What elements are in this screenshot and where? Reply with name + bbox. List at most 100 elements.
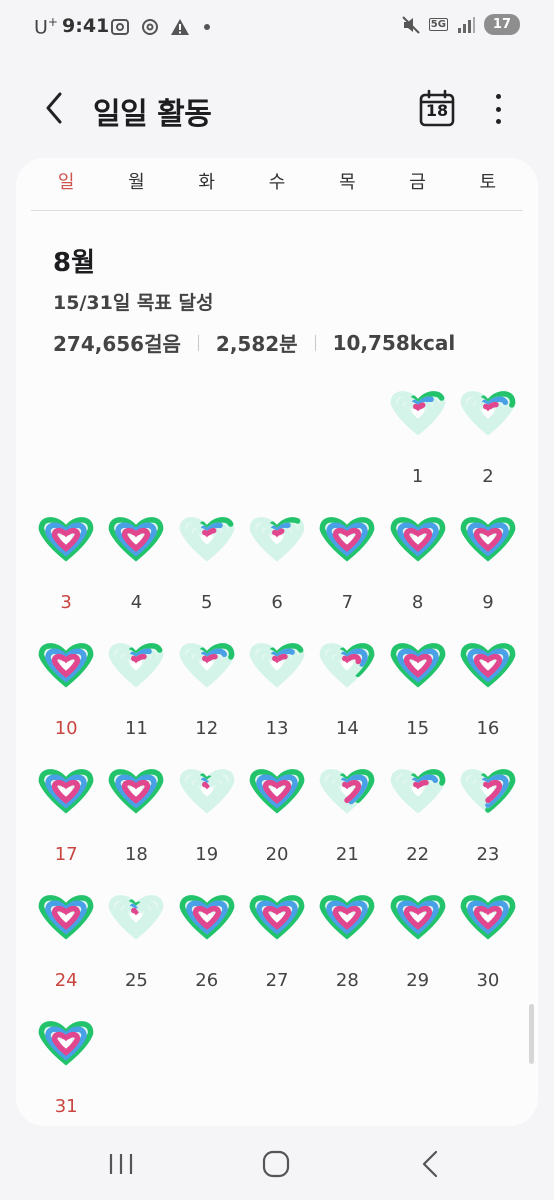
- activity-heart-icon: [108, 895, 164, 940]
- screenshot-icon: [111, 19, 129, 35]
- weekday-tue: 화: [198, 172, 215, 193]
- activity-heart-icon: [249, 769, 305, 814]
- calendar-day[interactable]: 18: [101, 766, 171, 876]
- month-label: 8월: [53, 248, 96, 278]
- weekday-fri: 금: [409, 172, 426, 193]
- calendar-day-number: 18: [425, 101, 449, 120]
- activity-heart-icon: [249, 643, 305, 688]
- calendar-day[interactable]: 28: [312, 892, 382, 1002]
- activity-heart-icon: [179, 769, 234, 814]
- weekday-sat: 토: [479, 172, 497, 193]
- calendar-day[interactable]: 20: [242, 766, 312, 876]
- daily-activity-card: 일 월 화 수 목 금 토 8월 15/31일 목표 달성 274,656걸음 …: [16, 158, 538, 1126]
- threads-icon: [142, 19, 158, 35]
- calendar-day[interactable]: 25: [101, 892, 171, 1002]
- calendar-day[interactable]: 15: [383, 640, 453, 750]
- day-number: 25: [124, 970, 148, 991]
- recent-apps-icon[interactable]: [101, 1144, 141, 1184]
- activity-heart-icon: [390, 517, 445, 562]
- day-number: 29: [406, 970, 430, 991]
- calendar-day[interactable]: 26: [172, 892, 242, 1002]
- calories-total: 10,758kcal: [332, 330, 456, 355]
- app-header: 일일 활동 18: [0, 72, 554, 144]
- calendar-day[interactable]: 12: [172, 640, 242, 750]
- day-number: 27: [265, 970, 289, 991]
- calendar-button[interactable]: 18: [419, 89, 455, 127]
- activity-heart-icon: [38, 769, 94, 814]
- calendar-day[interactable]: 27: [242, 892, 312, 1002]
- activity-heart-icon: [179, 895, 234, 940]
- day-number: 24: [54, 970, 78, 991]
- activity-heart-icon: [249, 895, 305, 940]
- goal-summary: 15/31일 목표 달성: [53, 292, 214, 314]
- day-number: 11: [124, 718, 148, 739]
- day-number: 19: [195, 844, 219, 865]
- calendar-day[interactable]: 30: [453, 892, 523, 1002]
- activity-heart-icon: [38, 1021, 94, 1066]
- weekday-mon: 월: [128, 172, 145, 193]
- calendar-day[interactable]: 16: [453, 640, 523, 750]
- activity-heart-icon: [460, 517, 516, 562]
- activity-heart-icon: [390, 391, 445, 436]
- calendar-day[interactable]: 19: [172, 766, 242, 876]
- calendar-day[interactable]: 13: [242, 640, 312, 750]
- signal-icon: [457, 16, 475, 33]
- calendar-day[interactable]: 1: [383, 388, 453, 498]
- calendar-day[interactable]: 22: [383, 766, 453, 876]
- activity-heart-icon: [179, 517, 234, 562]
- weekday-header: 일 월 화 수 목 금 토: [31, 168, 523, 210]
- day-number: 16: [476, 718, 500, 739]
- status-time: 9:41: [62, 15, 110, 37]
- day-number: 3: [60, 592, 72, 613]
- calendar-day[interactable]: 23: [453, 766, 523, 876]
- day-number: 14: [335, 718, 359, 739]
- activity-heart-icon: [460, 895, 516, 940]
- divider: [31, 210, 523, 211]
- monthly-stats: 274,656걸음 2,582분 10,758kcal: [53, 328, 455, 357]
- mute-icon: [402, 15, 420, 34]
- day-number: 17: [54, 844, 78, 865]
- calendar-day[interactable]: 2: [453, 388, 523, 498]
- day-number: 31: [54, 1096, 78, 1117]
- calendar-day[interactable]: 4: [101, 514, 171, 624]
- calendar-day[interactable]: 17: [31, 766, 101, 876]
- calendar-day[interactable]: 6: [242, 514, 312, 624]
- day-number: 7: [341, 592, 354, 613]
- activity-heart-icon: [179, 643, 234, 688]
- day-number: 1: [411, 466, 424, 487]
- weekday-sun: 일: [57, 172, 75, 193]
- activity-heart-icon: [108, 517, 164, 562]
- calendar-day[interactable]: 11: [101, 640, 171, 750]
- calendar-day[interactable]: 31: [31, 1018, 101, 1126]
- scrollbar[interactable]: [529, 1004, 534, 1064]
- calendar-day[interactable]: 8: [383, 514, 453, 624]
- network-type: 5G: [428, 18, 448, 31]
- day-number: 20: [265, 844, 289, 865]
- day-number: 12: [195, 718, 219, 739]
- calendar-day[interactable]: 21: [312, 766, 382, 876]
- battery-indicator: 17: [483, 14, 520, 35]
- day-number: 22: [406, 844, 430, 865]
- home-icon[interactable]: [256, 1144, 296, 1184]
- calendar-day[interactable]: 7: [312, 514, 382, 624]
- day-number: 4: [130, 592, 143, 613]
- steps-total: 274,656걸음: [53, 332, 181, 356]
- activity-heart-icon: [460, 643, 516, 688]
- activity-heart-icon: [38, 895, 94, 940]
- calendar-day[interactable]: 9: [453, 514, 523, 624]
- calendar-day[interactable]: 14: [312, 640, 382, 750]
- divider: [197, 334, 199, 351]
- more-options-icon[interactable]: [484, 92, 512, 126]
- calendar-day[interactable]: 10: [31, 640, 101, 750]
- minutes-total: 2,582분: [215, 332, 298, 356]
- notification-dot-icon: [204, 24, 210, 30]
- activity-heart-icon: [319, 769, 375, 814]
- calendar-day[interactable]: 3: [31, 514, 101, 624]
- back-arrow-icon[interactable]: [38, 90, 74, 126]
- calendar-day[interactable]: 5: [172, 514, 242, 624]
- back-nav-icon[interactable]: [411, 1144, 451, 1184]
- calendar-day[interactable]: 24: [31, 892, 101, 1002]
- calendar-day[interactable]: 29: [383, 892, 453, 1002]
- day-number: 10: [54, 718, 78, 739]
- day-number: 9: [482, 592, 494, 613]
